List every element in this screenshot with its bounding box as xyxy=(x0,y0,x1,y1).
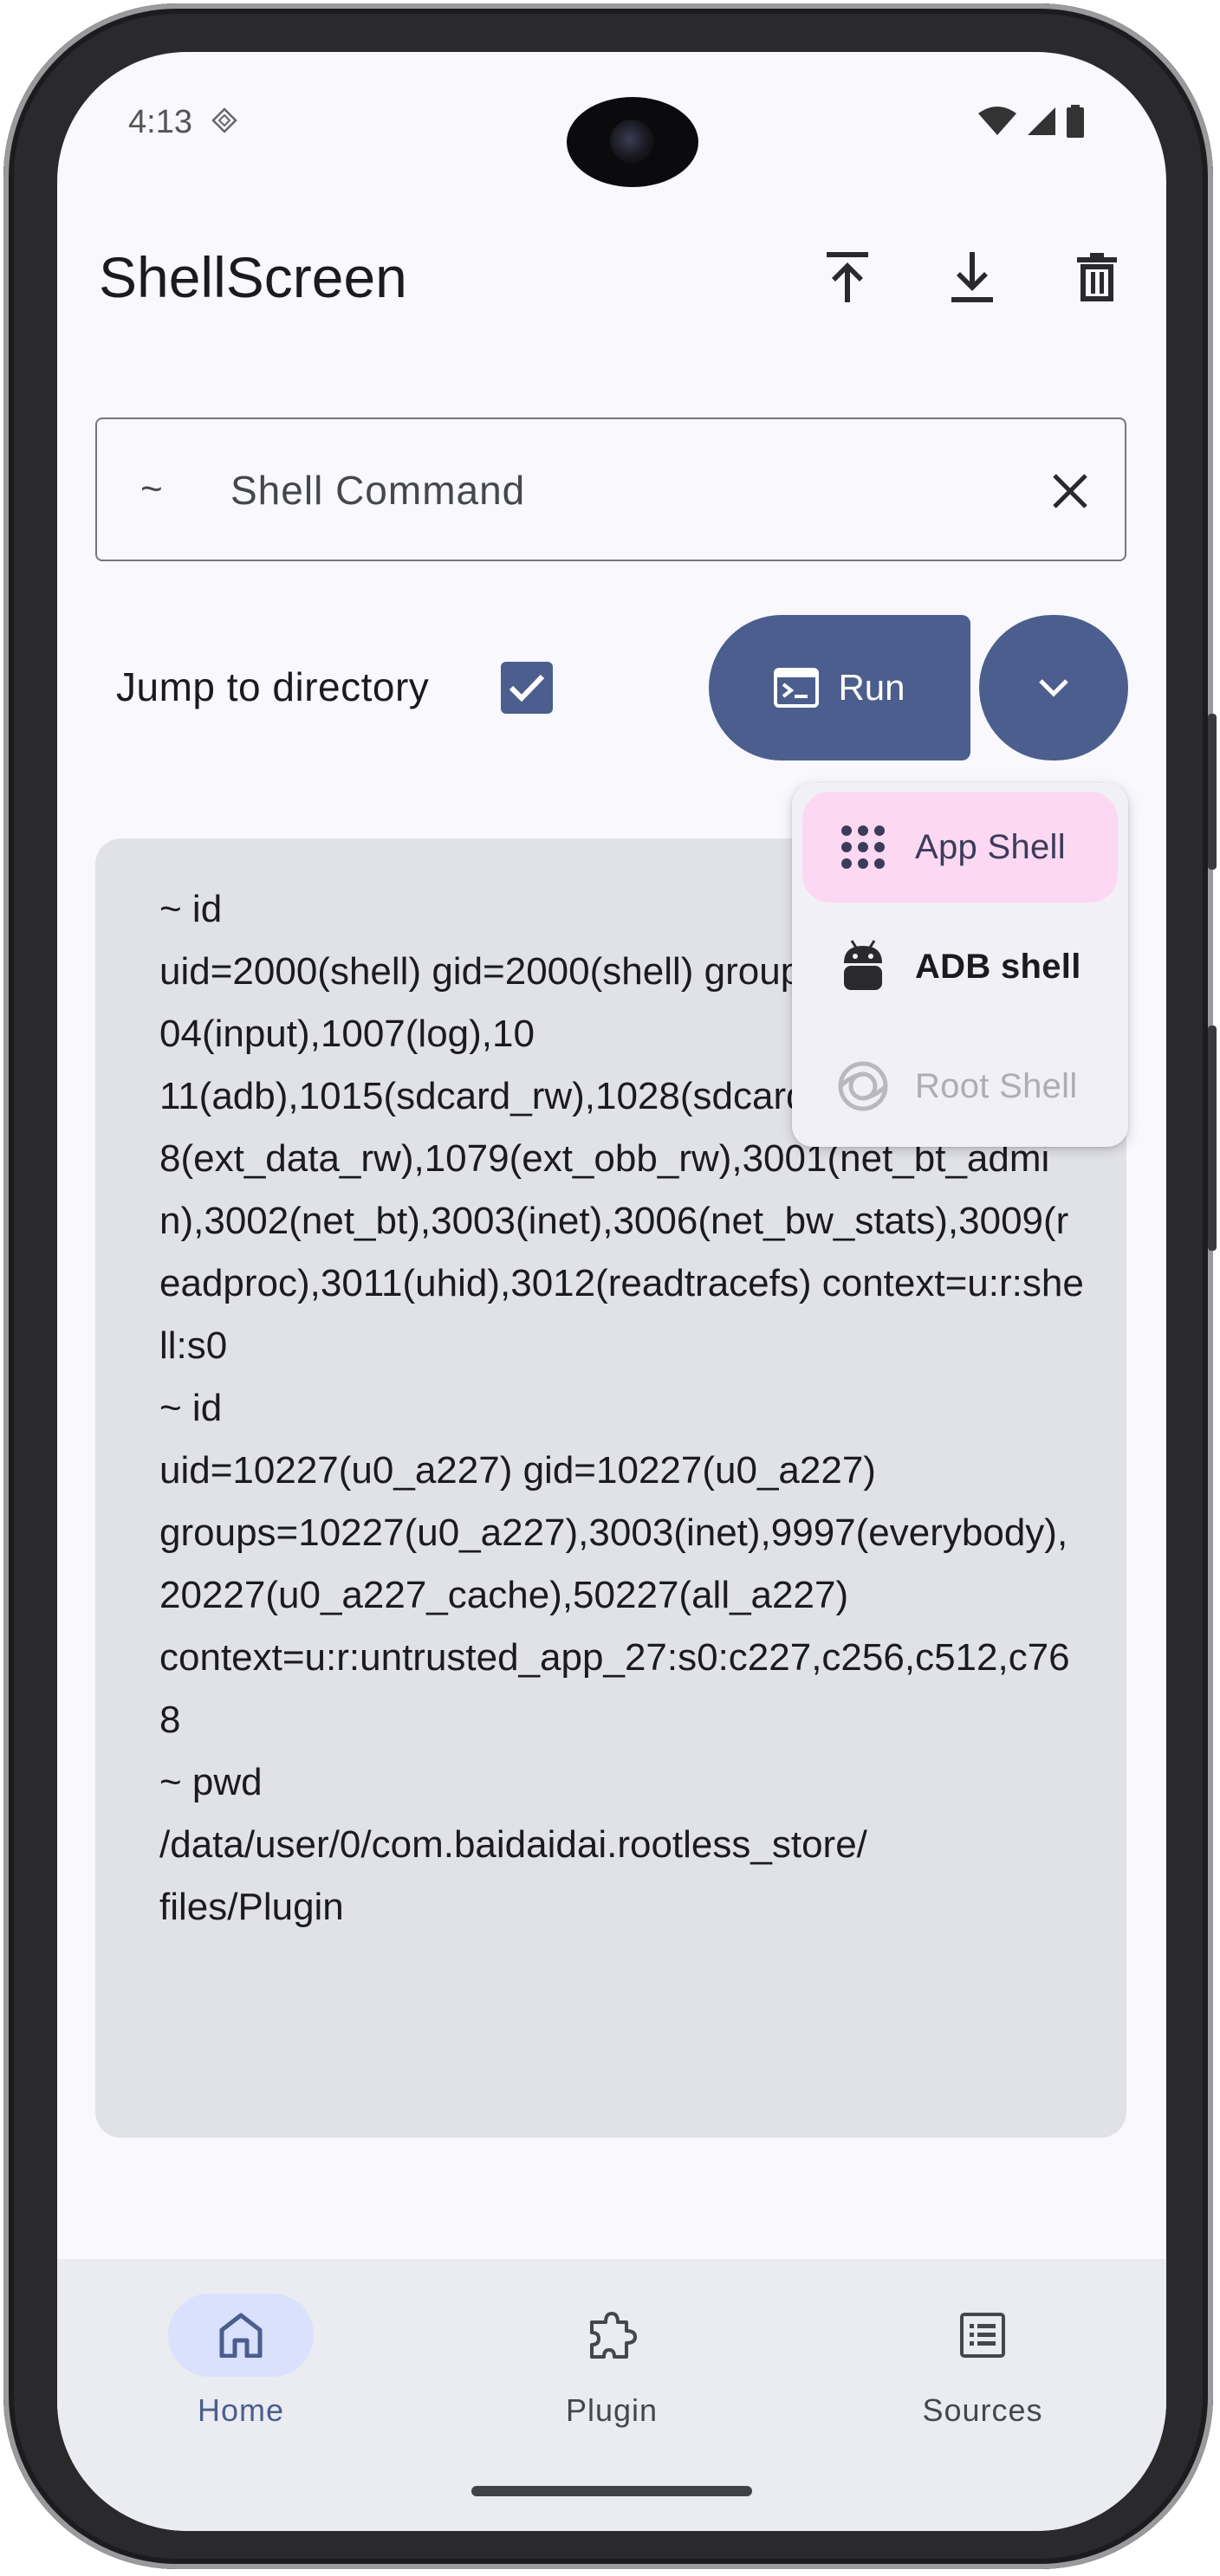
nav-label-home: Home xyxy=(197,2392,285,2428)
battery-icon xyxy=(1067,105,1084,138)
run-button-label: Run xyxy=(838,667,905,708)
phone-frame: 4:13 ShellScreen ~ Shell Command Jump to… xyxy=(3,3,1217,2569)
volume-button xyxy=(1208,1026,1217,1251)
home-gesture-bar[interactable] xyxy=(471,2486,752,2496)
shell-command-input[interactable] xyxy=(230,457,1010,523)
shell-type-menu: App Shell ADB shell Root Shell xyxy=(792,783,1128,1147)
menu-item-root-shell[interactable]: Root Shell xyxy=(802,1031,1118,1142)
chevron-down-icon xyxy=(1039,679,1068,697)
nav-item-home[interactable]: Home xyxy=(128,2294,354,2467)
shell-type-dropdown-button[interactable] xyxy=(979,615,1128,761)
nav-indicator xyxy=(910,2294,1055,2377)
menu-item-app-shell[interactable]: App Shell xyxy=(802,792,1118,903)
nav-indicator xyxy=(539,2294,685,2377)
root-swirl-icon xyxy=(837,1060,889,1112)
apps-grid-icon xyxy=(837,821,889,873)
nav-label-sources: Sources xyxy=(922,2392,1043,2428)
menu-item-label: App Shell xyxy=(915,827,1066,866)
checkmark-icon xyxy=(509,674,545,702)
nav-item-sources[interactable]: Sources xyxy=(870,2294,1095,2467)
diamond-notification-icon xyxy=(211,107,237,133)
trash-icon xyxy=(1077,253,1117,301)
clear-button[interactable] xyxy=(1042,463,1099,520)
wifi-icon xyxy=(978,107,1016,135)
front-camera xyxy=(567,97,698,187)
directory-prefix: ~ xyxy=(140,468,163,510)
nav-label-plugin: Plugin xyxy=(565,2392,659,2428)
nav-item-plugin[interactable]: Plugin xyxy=(499,2294,724,2467)
page-title: ShellScreen xyxy=(99,245,407,309)
run-button[interactable]: Run xyxy=(709,615,970,761)
shell-command-field: ~ xyxy=(95,417,1126,561)
list-icon xyxy=(960,2313,1005,2358)
upload-button[interactable] xyxy=(813,243,882,312)
signal-icon xyxy=(1028,107,1055,135)
upload-icon xyxy=(827,252,868,302)
menu-item-adb-shell[interactable]: ADB shell xyxy=(802,911,1118,1022)
puzzle-icon xyxy=(590,2312,637,2359)
download-icon xyxy=(951,252,993,302)
menu-item-label: Root Shell xyxy=(915,1066,1078,1105)
menu-item-label: ADB shell xyxy=(915,947,1081,986)
home-icon xyxy=(219,2313,263,2358)
status-time: 4:13 xyxy=(128,104,192,140)
nav-indicator xyxy=(168,2294,314,2377)
close-icon xyxy=(1053,474,1087,508)
delete-button[interactable] xyxy=(1062,243,1132,312)
jump-to-directory-checkbox[interactable] xyxy=(501,662,553,714)
download-button[interactable] xyxy=(938,243,1007,312)
android-icon xyxy=(837,940,889,993)
jump-to-directory-label: Jump to directory xyxy=(116,664,430,709)
terminal-icon xyxy=(774,668,820,708)
status-icons xyxy=(977,105,1085,138)
power-button xyxy=(1208,714,1217,870)
screen: 4:13 ShellScreen ~ Shell Command Jump to… xyxy=(57,52,1166,2531)
